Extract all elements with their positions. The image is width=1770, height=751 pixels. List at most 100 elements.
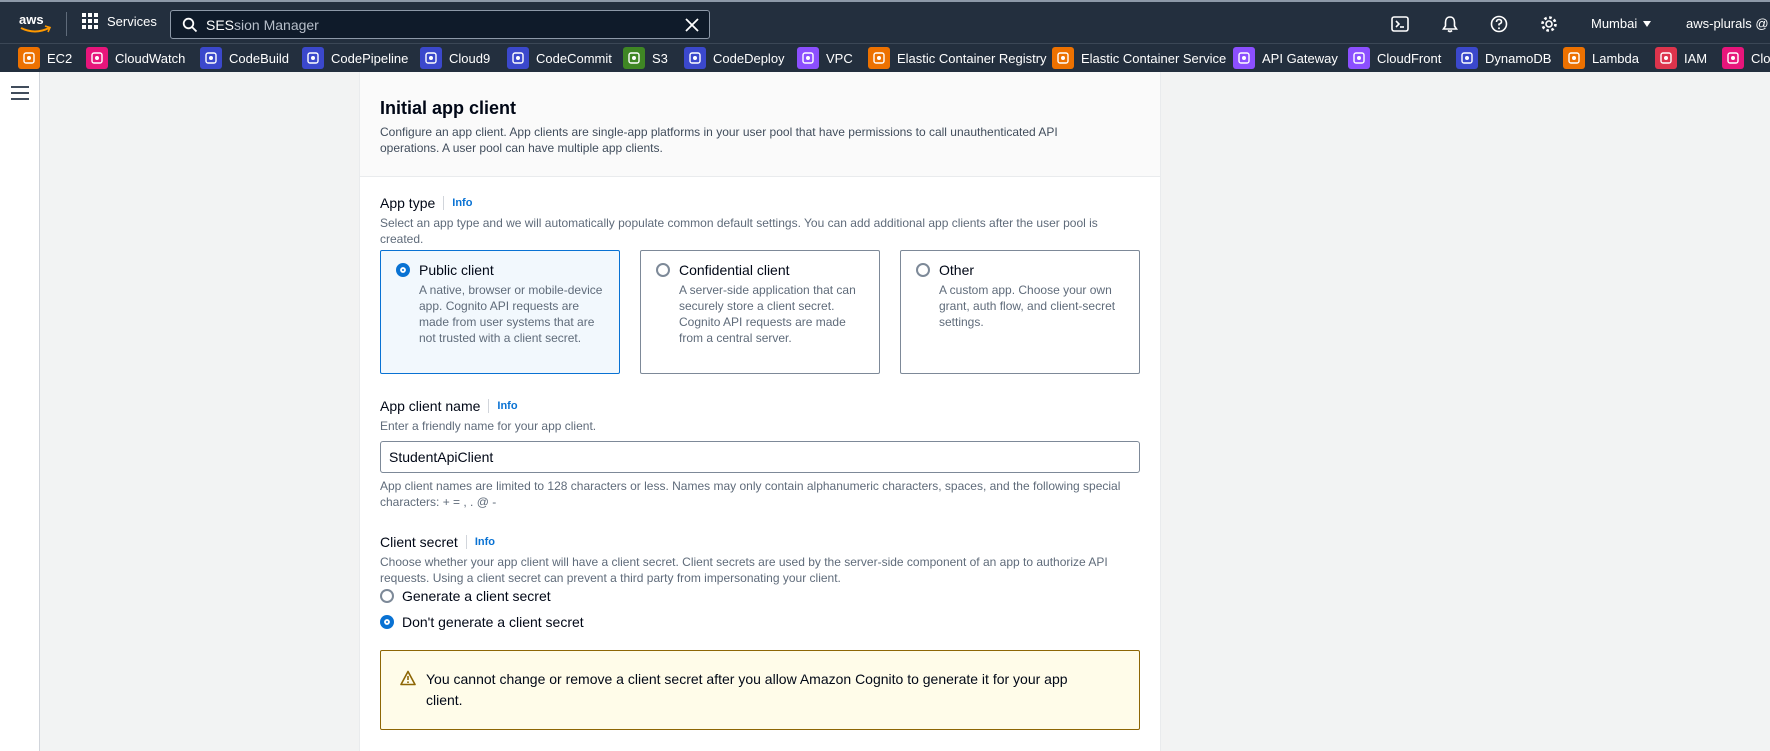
favorite-vpc[interactable]: VPC bbox=[797, 47, 853, 69]
cloud9-icon bbox=[420, 47, 442, 69]
favorite-label: API Gateway bbox=[1262, 50, 1338, 66]
favorite-label: CloudWatch bbox=[115, 50, 186, 66]
favorite-cloudfront[interactable]: CloudFront bbox=[1348, 47, 1441, 69]
search-input[interactable]: SESsion Manager bbox=[206, 17, 319, 33]
favorite-label: Lambda bbox=[1592, 50, 1639, 66]
cloudwatch-icon bbox=[86, 47, 108, 69]
favorite-iam[interactable]: IAM bbox=[1655, 47, 1707, 69]
search-bar[interactable]: SESsion Manager bbox=[170, 10, 710, 39]
s3-icon bbox=[623, 47, 645, 69]
favorite-ecr[interactable]: Elastic Container Registry bbox=[868, 47, 1047, 69]
search-icon bbox=[182, 17, 198, 33]
codedeploy-icon bbox=[684, 47, 706, 69]
dynamodb-icon bbox=[1456, 47, 1478, 69]
favorite-codecommit[interactable]: CodeCommit bbox=[507, 47, 612, 69]
favorite-api-gateway[interactable]: API Gateway bbox=[1233, 47, 1338, 69]
other-title: Other bbox=[939, 262, 975, 278]
svg-text:aws: aws bbox=[19, 12, 44, 27]
region-selector[interactable]: Mumbai bbox=[1591, 16, 1652, 31]
favorite-s3[interactable]: S3 bbox=[623, 47, 668, 69]
services-grid-icon bbox=[82, 13, 98, 29]
favorite-codebuild[interactable]: CodeBuild bbox=[200, 47, 289, 69]
favorite-label: EC2 bbox=[47, 50, 73, 66]
services-menu-button[interactable]: Services bbox=[82, 13, 157, 29]
initial-app-client-panel: Initial app client Configure an app clie… bbox=[359, 72, 1161, 751]
app-type-hint: Select an app type and we will automatic… bbox=[380, 216, 1098, 246]
public-client-description: A native, browser or mobile-device app. … bbox=[419, 283, 603, 345]
favorite-label: VPC bbox=[826, 50, 853, 66]
generate-secret-option[interactable]: Generate a client secret bbox=[380, 588, 551, 604]
app-client-name-info-link[interactable]: Info bbox=[488, 399, 518, 413]
search-typed-text: SES bbox=[206, 17, 235, 33]
region-label: Mumbai bbox=[1591, 16, 1638, 31]
favorites-bar: EC2 CloudWatch CodeBuild CodePipeline Cloud9… bbox=[0, 43, 1770, 72]
favorite-lambda[interactable]: Lambda bbox=[1563, 47, 1639, 69]
aws-logo-icon[interactable]: aws bbox=[18, 11, 52, 35]
services-label: Services bbox=[107, 13, 157, 29]
hamburger-menu-icon[interactable] bbox=[11, 86, 29, 100]
app-type-label: App type bbox=[380, 195, 436, 211]
lambda-icon bbox=[1563, 47, 1585, 69]
app-client-name-label: App client name bbox=[380, 398, 481, 414]
favorite-label: CodeBuild bbox=[229, 50, 289, 66]
favorite-label: Elastic Container Registry bbox=[897, 50, 1047, 66]
favorite-label: IAM bbox=[1684, 50, 1708, 66]
top-navigation-bar: aws Services SESsion Manager Mumbai aws-… bbox=[0, 0, 1770, 43]
panel-description: Configure an app client. App clients are… bbox=[380, 125, 1058, 155]
favorite-dynamodb[interactable]: DynamoDB bbox=[1456, 47, 1551, 69]
settings-gear-icon[interactable] bbox=[1539, 14, 1559, 34]
app-type-tile-confidential-client[interactable]: Confidential client A server-side applic… bbox=[640, 250, 880, 374]
favorite-label: S3 bbox=[652, 50, 668, 66]
dont-generate-secret-option[interactable]: Don't generate a client secret bbox=[380, 614, 584, 630]
cloudshell-icon[interactable] bbox=[1390, 14, 1410, 34]
favorite-codepipeline[interactable]: CodePipeline bbox=[302, 47, 408, 69]
favorite-label: CodeDeploy bbox=[713, 50, 785, 66]
favorite-ec2[interactable]: EC2 bbox=[18, 47, 72, 69]
clear-search-icon[interactable] bbox=[683, 16, 701, 34]
api-gateway-icon bbox=[1233, 47, 1255, 69]
iam-icon bbox=[1655, 47, 1677, 69]
app-type-tile-other[interactable]: Other A custom app. Choose your own gran… bbox=[900, 250, 1140, 374]
app-client-name-input[interactable] bbox=[380, 441, 1140, 473]
side-navigation-rail bbox=[0, 72, 40, 751]
other-radio[interactable] bbox=[916, 263, 930, 277]
panel-title: Initial app client bbox=[380, 98, 517, 118]
favorite-label: Cloud9 bbox=[449, 50, 491, 66]
ecs-icon bbox=[1052, 47, 1074, 69]
client-secret-info-link[interactable]: Info bbox=[465, 535, 495, 549]
cloudfront-icon bbox=[1348, 47, 1370, 69]
help-icon[interactable] bbox=[1489, 14, 1509, 34]
ec2-icon bbox=[18, 47, 40, 69]
favorite-ecs[interactable]: Elastic Container Service bbox=[1052, 47, 1226, 69]
app-client-name-constraint: App client names are limited to 128 char… bbox=[380, 479, 1121, 509]
favorite-cloud9[interactable]: Cloud9 bbox=[420, 47, 490, 69]
confidential-client-radio[interactable] bbox=[656, 263, 670, 277]
app-type-info-link[interactable]: Info bbox=[443, 196, 472, 210]
generate-secret-label: Generate a client secret bbox=[402, 588, 551, 604]
app-client-name-hint: Enter a friendly name for your app clien… bbox=[380, 419, 597, 433]
public-client-radio[interactable] bbox=[396, 263, 410, 277]
other-description: A custom app. Choose your own grant, aut… bbox=[939, 283, 1116, 329]
app-type-label-row: App type Info bbox=[380, 195, 472, 211]
client-secret-hint: Choose whether your app client will have… bbox=[380, 555, 1108, 585]
client-secret-warning-alert: You cannot change or remove a client sec… bbox=[380, 650, 1140, 730]
ecr-icon bbox=[868, 47, 890, 69]
confidential-client-description: A server-side application that can secur… bbox=[679, 283, 856, 345]
warning-text: You cannot change or remove a client sec… bbox=[426, 671, 1068, 708]
favorite-cloudwatch[interactable]: CloudWatch bbox=[86, 47, 185, 69]
codebuild-icon bbox=[200, 47, 222, 69]
account-menu[interactable]: aws-plurals @ 5 bbox=[1686, 16, 1770, 31]
nav-divider bbox=[66, 12, 67, 36]
warning-triangle-icon bbox=[400, 670, 416, 686]
dont-generate-secret-radio[interactable] bbox=[380, 615, 394, 629]
favorite-cloud[interactable]: Clo bbox=[1722, 47, 1770, 69]
codepipeline-icon bbox=[302, 47, 324, 69]
notifications-bell-icon[interactable] bbox=[1440, 14, 1460, 34]
codecommit-icon bbox=[507, 47, 529, 69]
favorite-label: Clo bbox=[1751, 50, 1770, 66]
generate-secret-radio[interactable] bbox=[380, 589, 394, 603]
search-suggestion-text: sion Manager bbox=[234, 17, 319, 33]
app-type-tile-public-client[interactable]: Public client A native, browser or mobil… bbox=[380, 250, 620, 374]
favorite-codedeploy[interactable]: CodeDeploy bbox=[684, 47, 785, 69]
favorite-label: DynamoDB bbox=[1485, 50, 1552, 66]
